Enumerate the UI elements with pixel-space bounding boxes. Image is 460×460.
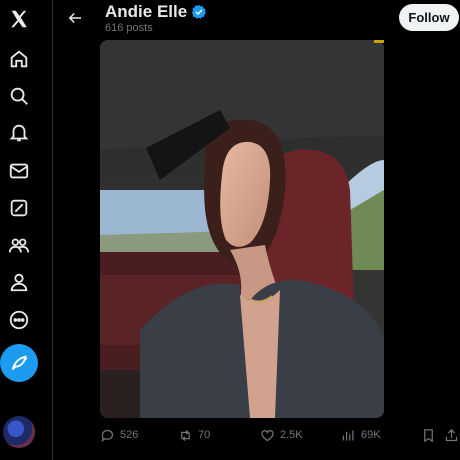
notifications-icon[interactable] [7,121,31,145]
x-logo-icon[interactable] [7,7,31,31]
search-icon[interactable] [7,84,31,108]
grok-icon[interactable] [7,196,31,220]
compose-icon [11,355,28,371]
views-icon [342,430,354,440]
follow-button[interactable]: Follow [399,4,459,31]
profile-icon[interactable] [7,270,31,294]
share-button[interactable] [444,424,459,446]
reply-button[interactable]: 526 [100,424,138,446]
messages-icon[interactable] [7,159,31,183]
home-icon[interactable] [7,47,31,71]
views-button[interactable]: 69K [341,424,381,446]
bookmark-icon [424,428,433,442]
bookmark-button[interactable] [421,424,436,446]
views-count: 69K [361,429,381,441]
like-button[interactable]: 2.5K [260,424,303,446]
account-avatar[interactable] [3,416,35,448]
posts-count: 616 posts [105,22,153,34]
compose-post-button[interactable] [0,344,38,382]
repost-count: 70 [198,429,211,441]
back-arrow-icon[interactable] [63,6,87,30]
repost-button[interactable]: 70 [178,424,210,446]
repost-icon [181,429,190,441]
communities-icon[interactable] [7,233,31,257]
reply-count: 526 [120,429,139,441]
profile-name: Andie Elle [105,2,188,21]
post-action-bar: 526 70 2.5K 69K [100,424,460,446]
profile-name-row: Andie Elle [105,2,207,22]
media-edge-marker [374,40,384,43]
like-count: 2.5K [280,429,303,441]
heart-icon [261,429,274,441]
column-divider [52,0,53,460]
verified-badge-icon [192,5,207,19]
more-icon[interactable] [7,308,31,332]
post-photo[interactable] [100,40,384,418]
selfie-photo-illustration [100,40,384,418]
left-sidebar [0,0,38,460]
reply-icon [101,429,114,442]
share-icon [445,428,458,441]
